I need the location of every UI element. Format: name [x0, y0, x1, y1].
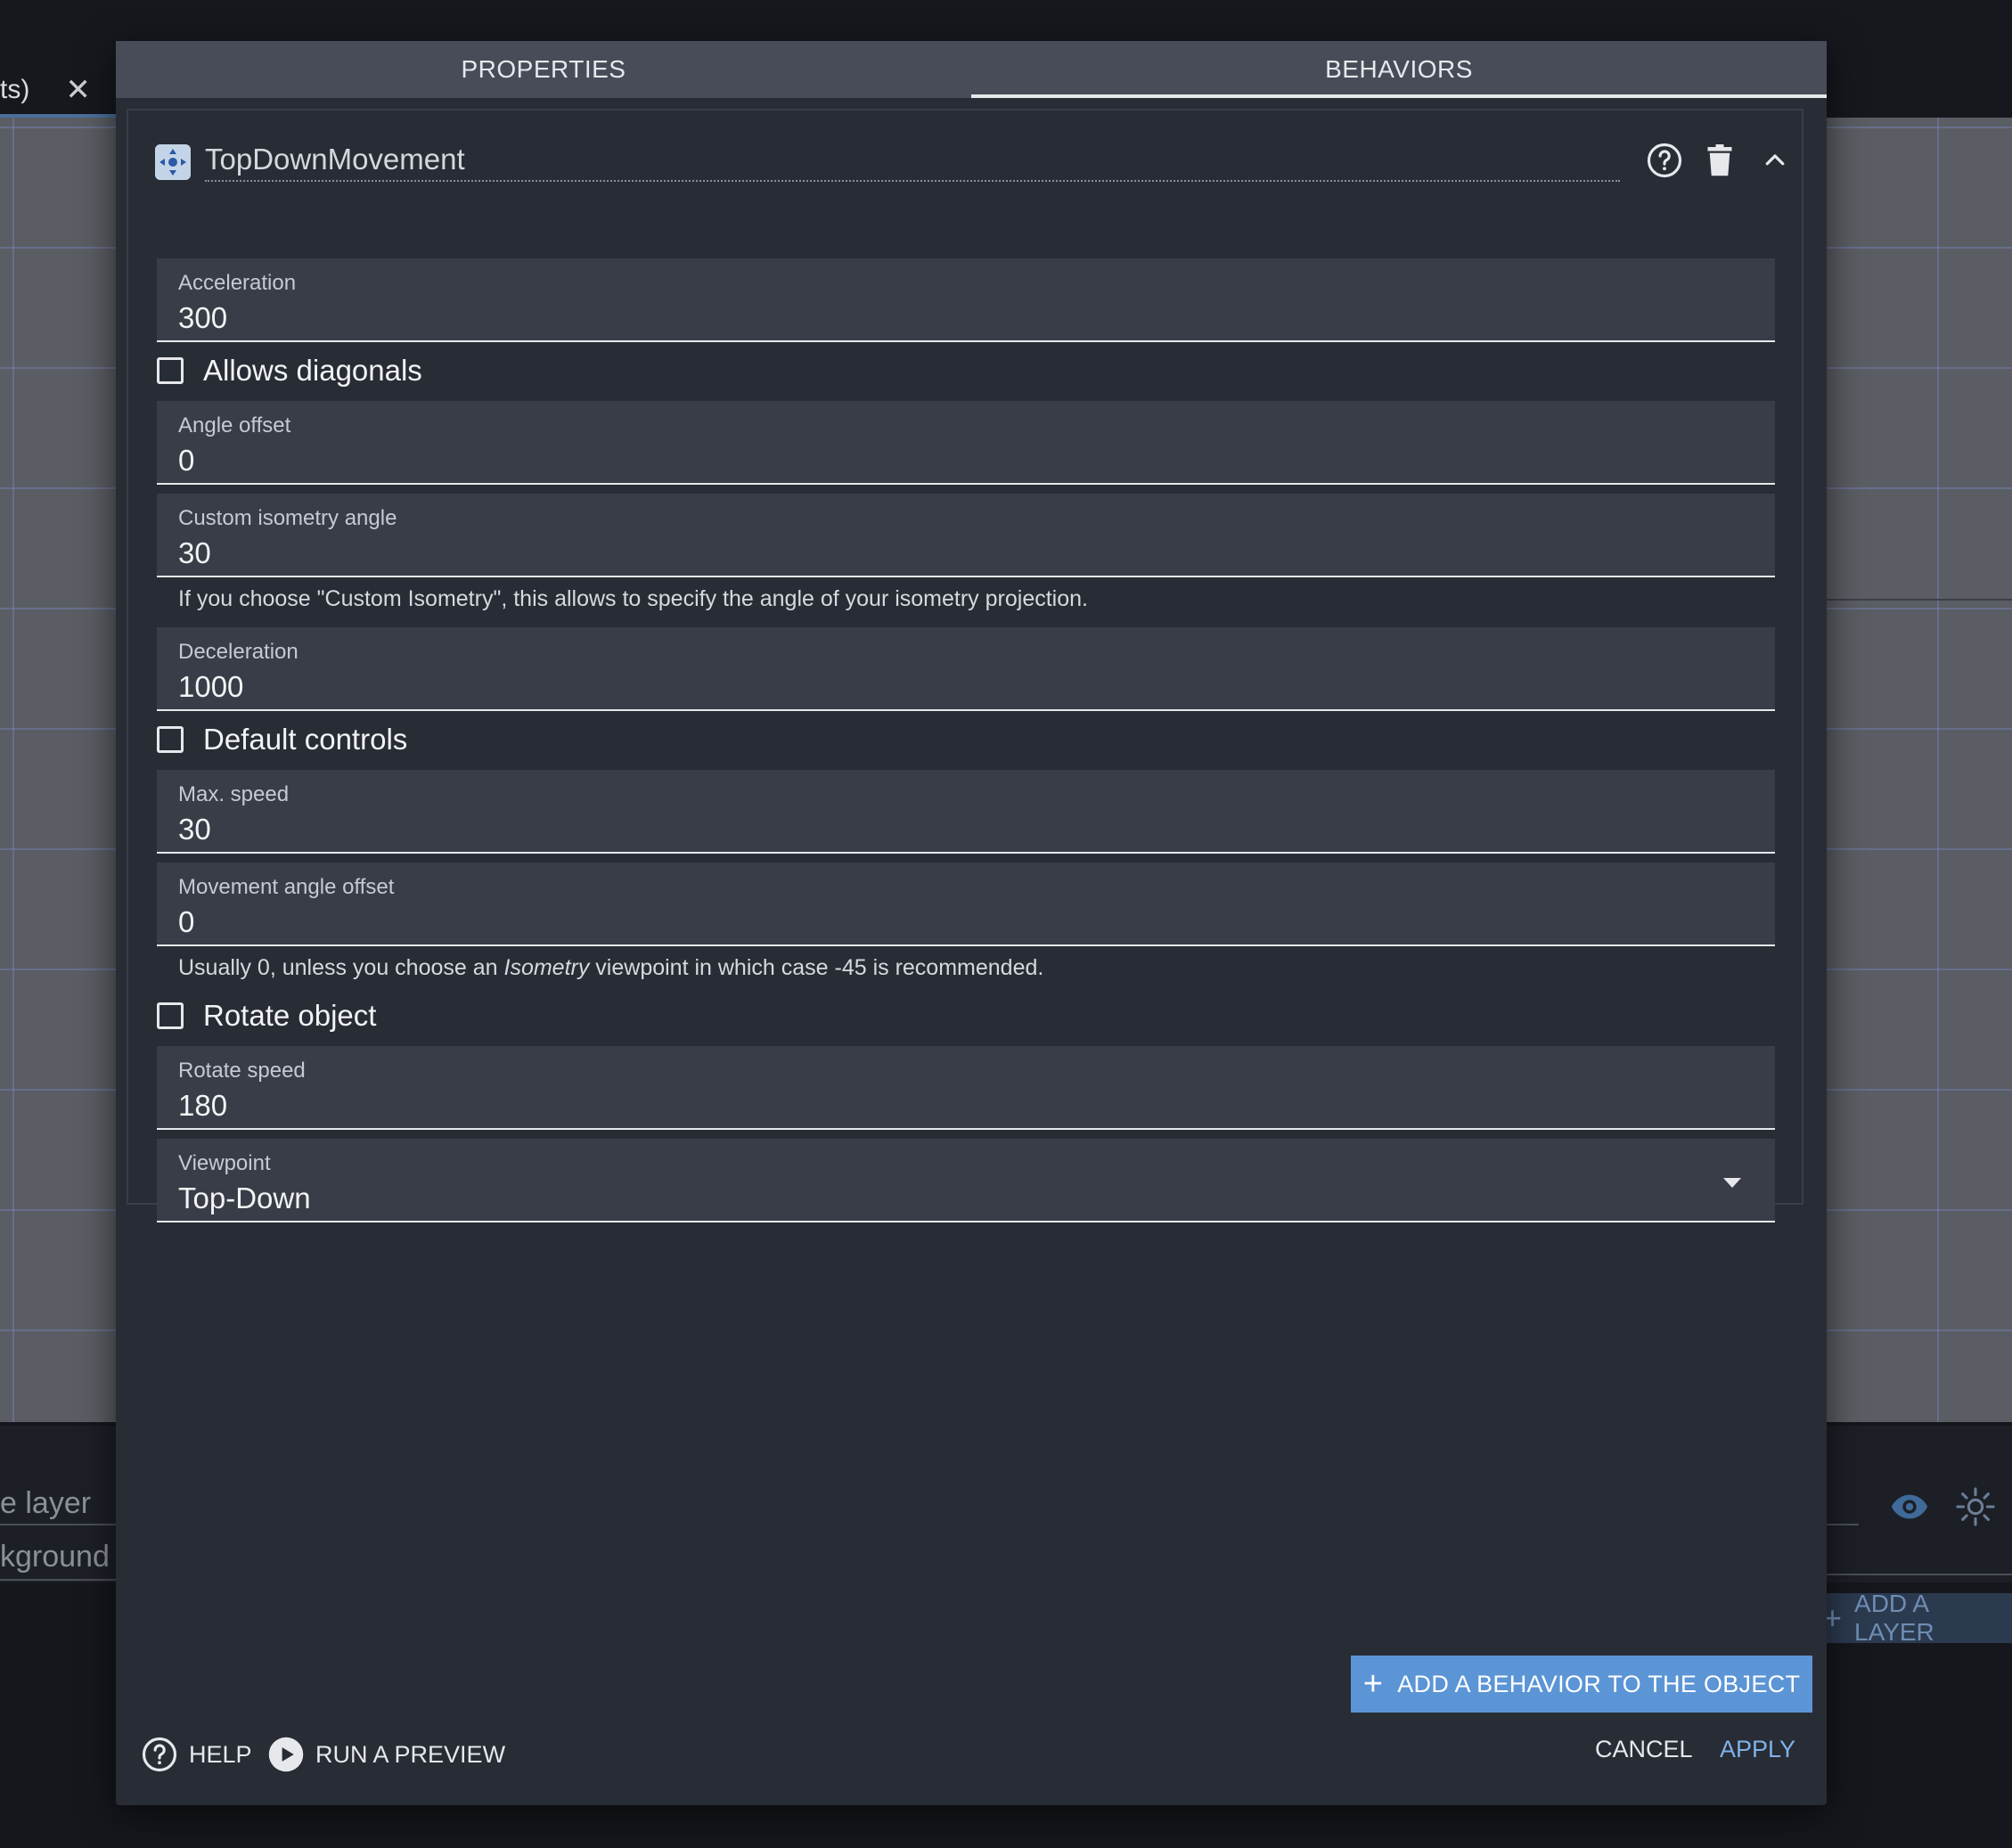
field-value[interactable]: 0	[178, 905, 194, 939]
field-label: Custom isometry angle	[178, 506, 397, 530]
help-text-part: viewpoint in which case -45 is recommend…	[589, 955, 1044, 980]
help-button[interactable]: HELP	[141, 1736, 252, 1773]
dialog-tabs: PROPERTIES BEHAVIORS	[116, 41, 1827, 98]
custom-isometry-angle-field[interactable]: Custom isometry angle 30	[157, 494, 1775, 577]
play-icon	[268, 1737, 304, 1772]
run-preview-label: RUN A PREVIEW	[315, 1740, 506, 1768]
behavior-card: TopDownMovement Acceleration 300 Allows …	[127, 109, 1803, 1222]
apply-label: APPLY	[1720, 1736, 1796, 1762]
add-layer-button[interactable]: + ADD A LAYER	[1818, 1590, 2012, 1646]
behavior-name-field[interactable]: TopDownMovement	[205, 139, 1620, 182]
default-controls-checkbox[interactable]: Default controls	[157, 722, 407, 757]
field-value[interactable]: 30	[178, 813, 211, 846]
layer-divider	[1827, 1524, 1859, 1525]
rotate-speed-field[interactable]: Rotate speed 180	[157, 1046, 1775, 1130]
dropdown-arrow-icon[interactable]	[1723, 1178, 1741, 1188]
movement-angle-help-text: Usually 0, unless you choose an Isometry…	[178, 955, 1043, 981]
add-layer-label: ADD A LAYER	[1854, 1590, 1934, 1646]
eye-icon[interactable]	[1889, 1486, 1930, 1527]
field-value[interactable]: 0	[178, 444, 194, 478]
movement-icon	[155, 144, 191, 180]
checkbox-label: Default controls	[203, 723, 408, 756]
field-label: Viewpoint	[178, 1151, 271, 1175]
field-label: Deceleration	[178, 640, 299, 664]
acceleration-field[interactable]: Acceleration 300	[157, 258, 1775, 342]
custom-isometry-help-text: If you choose "Custom Isometry", this al…	[178, 586, 1088, 611]
layer-divider	[0, 1524, 116, 1525]
checkbox-label: Rotate object	[203, 999, 377, 1032]
chevron-up-icon[interactable]	[1755, 141, 1795, 180]
help-text-part: Usually 0, unless you choose an	[178, 955, 504, 980]
checkbox-icon[interactable]	[157, 357, 184, 384]
help-label: HELP	[189, 1740, 252, 1768]
cancel-button[interactable]: CANCEL	[1595, 1736, 1693, 1763]
scene-tab-label: ts)	[0, 75, 30, 104]
plus-icon: +	[1362, 1665, 1384, 1703]
layer-name[interactable]: e layer	[0, 1486, 91, 1521]
tab-properties[interactable]: PROPERTIES	[116, 41, 971, 98]
field-label: Angle offset	[178, 413, 291, 437]
field-label: Movement angle offset	[178, 875, 395, 899]
field-label: Rotate speed	[178, 1059, 306, 1083]
checkbox-label: Allows diagonals	[203, 354, 422, 387]
allows-diagonals-checkbox[interactable]: Allows diagonals	[157, 353, 422, 388]
scene-tab[interactable]: ts) ✕	[0, 70, 91, 110]
help-icon	[142, 1737, 177, 1772]
layer-name[interactable]: kground c	[0, 1540, 133, 1574]
object-editor-dialog: PROPERTIES BEHAVIORS TopDownMovement Acc…	[116, 41, 1827, 1805]
rotate-object-checkbox[interactable]: Rotate object	[157, 998, 376, 1034]
behavior-header: TopDownMovement	[155, 132, 1785, 184]
run-preview-button[interactable]: RUN A PREVIEW	[267, 1736, 505, 1773]
lighting-icon[interactable]	[1955, 1486, 1996, 1527]
trash-icon[interactable]	[1700, 141, 1739, 180]
angle-offset-field[interactable]: Angle offset 0	[157, 401, 1775, 485]
selected-value[interactable]: Top-Down	[178, 1182, 311, 1215]
help-text-emphasis: Isometry	[503, 955, 590, 980]
movement-angle-offset-field[interactable]: Movement angle offset 0	[157, 863, 1775, 946]
field-label: Acceleration	[178, 271, 297, 295]
canvas-divider	[1827, 599, 2012, 601]
layer-divider	[0, 1579, 116, 1581]
add-behavior-label: ADD A BEHAVIOR TO THE OBJECT	[1397, 1670, 1801, 1697]
checkbox-icon[interactable]	[157, 726, 184, 753]
help-icon[interactable]	[1645, 141, 1684, 180]
checkbox-icon[interactable]	[157, 1002, 184, 1029]
layer-divider	[1827, 1574, 2012, 1575]
max-speed-field[interactable]: Max. speed 30	[157, 770, 1775, 854]
viewpoint-select[interactable]: Viewpoint Top-Down	[157, 1139, 1775, 1222]
dialog-footer: HELP RUN A PREVIEW CANCEL APPLY	[116, 1718, 1827, 1786]
apply-button[interactable]: APPLY	[1720, 1736, 1795, 1763]
deceleration-field[interactable]: Deceleration 1000	[157, 627, 1775, 711]
add-behavior-button[interactable]: + ADD A BEHAVIOR TO THE OBJECT	[1351, 1656, 1812, 1713]
close-icon[interactable]: ✕	[65, 72, 91, 108]
field-value[interactable]: 30	[178, 536, 211, 570]
field-label: Max. speed	[178, 782, 290, 806]
field-value[interactable]: 300	[178, 301, 227, 335]
tab-behaviors[interactable]: BEHAVIORS	[971, 41, 1827, 98]
cancel-label: CANCEL	[1595, 1736, 1693, 1762]
field-value[interactable]: 1000	[178, 670, 243, 704]
field-value[interactable]: 180	[178, 1089, 227, 1123]
